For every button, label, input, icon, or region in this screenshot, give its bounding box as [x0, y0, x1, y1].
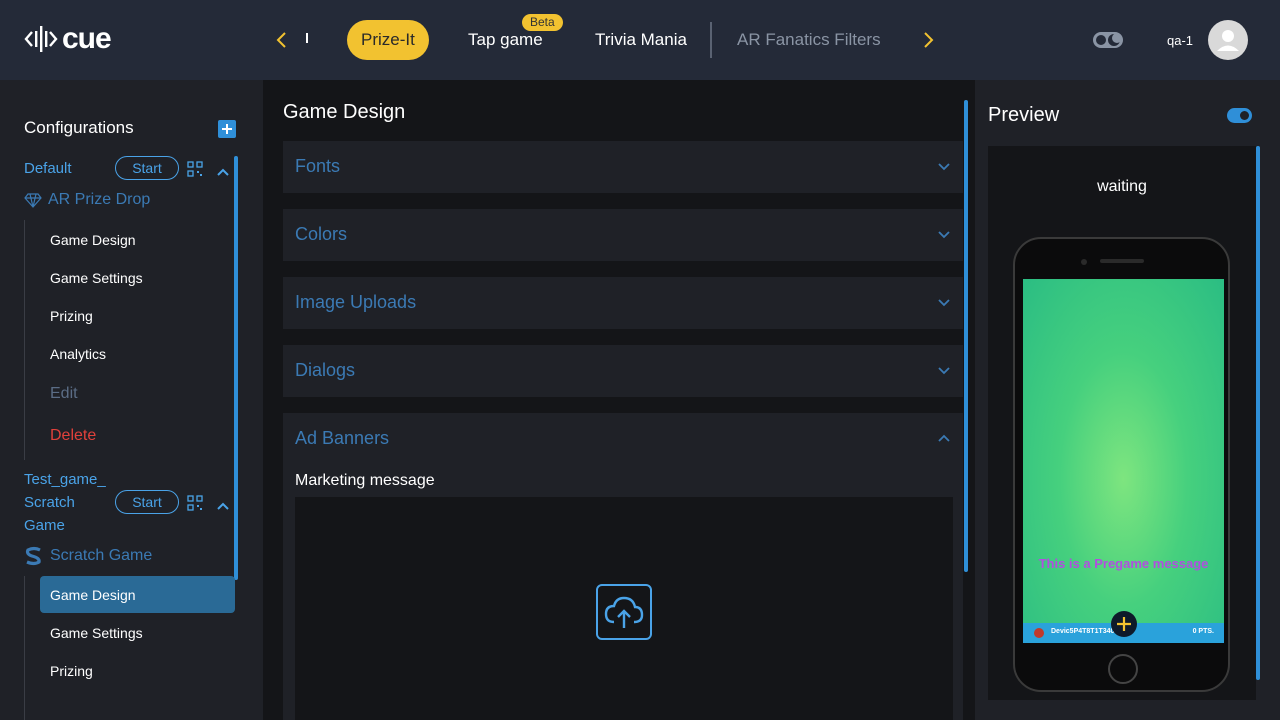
- preview-panel: Preview waiting This is a Pregame messag…: [975, 80, 1280, 720]
- marketing-upload-dropzone[interactable]: [295, 497, 953, 720]
- user-name[interactable]: qa-1: [1167, 33, 1193, 48]
- brand-logo[interactable]: cue: [24, 22, 112, 56]
- accordion-label: Image Uploads: [295, 292, 417, 312]
- chevron-down-icon: [938, 231, 950, 239]
- collapse-chevron-up-icon[interactable]: [216, 164, 230, 176]
- qr-code-icon[interactable]: [187, 495, 203, 511]
- menu-item-prizing[interactable]: Prizing: [50, 308, 93, 324]
- tab-trivia-mania[interactable]: Trivia Mania: [595, 20, 687, 60]
- brand-name: cue: [62, 22, 112, 55]
- main-panel: Game Design Fonts Colors Image Uploads D…: [263, 80, 975, 720]
- plus-icon: [222, 124, 232, 134]
- preview-toggle[interactable]: [1227, 108, 1252, 123]
- tree-line: [24, 220, 25, 460]
- menu-item-edit[interactable]: Edit: [50, 385, 78, 403]
- game-type-label: AR Prize Drop: [48, 191, 151, 208]
- accordion-label: Colors: [295, 224, 348, 244]
- accordion-fonts[interactable]: Fonts: [283, 141, 963, 193]
- config-name-default[interactable]: Default: [24, 157, 72, 180]
- config-name-line: Scratch: [24, 494, 75, 511]
- theme-toggle[interactable]: [1093, 30, 1125, 50]
- cloud-upload-icon[interactable]: [596, 584, 652, 640]
- config-name-test-game[interactable]: Test_game_ Scratch Game: [24, 468, 106, 537]
- tab-overflow-marker: [306, 33, 308, 43]
- accordion-ad-banners: Ad Banners Marketing message: [283, 413, 963, 720]
- diamond-icon: [24, 193, 42, 208]
- chevron-down-icon: [938, 299, 950, 307]
- accordion-label: Dialogs: [295, 360, 356, 380]
- menu-item-prizing[interactable]: Prizing: [50, 663, 93, 679]
- beta-badge: Beta: [522, 14, 563, 31]
- pregame-message: This is a Pregame message: [1038, 556, 1209, 571]
- scratch-s-icon: [25, 546, 41, 566]
- tabs-prev-arrow-icon[interactable]: [274, 28, 290, 52]
- add-configuration-button[interactable]: [218, 120, 236, 138]
- phone-screen: This is a Pregame message Devic5P4T8T1T3…: [1023, 279, 1224, 643]
- tab-divider: [710, 22, 712, 58]
- phone-home-button: [1108, 654, 1138, 684]
- moon-icon: [1093, 32, 1123, 48]
- tab-prize-it[interactable]: Prize-It: [347, 20, 429, 60]
- preview-scrollbar[interactable]: [1256, 146, 1260, 680]
- phone-mockup: This is a Pregame message Devic5P4T8T1T3…: [1013, 237, 1230, 692]
- chevron-down-icon: [938, 367, 950, 375]
- phone-plus-button[interactable]: [1111, 611, 1137, 637]
- accordion-label: Ad Banners: [295, 428, 390, 448]
- tab-ar-fanatics-filters[interactable]: AR Fanatics Filters: [737, 20, 881, 60]
- menu-item-delete[interactable]: Delete: [50, 427, 96, 445]
- main-scrollbar[interactable]: [964, 100, 968, 572]
- preview-title: Preview: [988, 104, 1060, 126]
- game-type-label: Scratch Game: [50, 547, 153, 564]
- preview-frame: waiting This is a Pregame message Devic5…: [988, 146, 1256, 700]
- tabs-next-arrow-icon[interactable]: [920, 28, 936, 52]
- avatar[interactable]: [1208, 20, 1248, 60]
- game-type-ar-prize-drop: AR Prize Drop: [24, 191, 150, 209]
- cue-logo-icon: [24, 26, 58, 52]
- menu-item-game-settings[interactable]: Game Settings: [50, 270, 143, 286]
- marketing-message-label: Marketing message: [295, 472, 435, 489]
- phone-speaker: [1100, 259, 1144, 263]
- start-button-default[interactable]: Start: [115, 156, 179, 180]
- preview-status: waiting: [1097, 178, 1147, 195]
- menu-item-game-design-selected[interactable]: Game Design: [50, 587, 136, 603]
- config-name-line: Test_game_: [24, 471, 106, 488]
- menu-item-analytics[interactable]: Analytics: [50, 346, 106, 362]
- tree-line: [24, 576, 25, 720]
- collapse-chevron-up-icon[interactable]: [216, 498, 230, 510]
- phone-camera: [1081, 259, 1087, 265]
- plus-icon: [1117, 617, 1131, 631]
- top-bar: cue Prize-It Tap game Beta Trivia Mania …: [0, 0, 1280, 80]
- sidebar: Configurations Default Start AR Prize Dr…: [0, 80, 263, 720]
- points-display: 0 PTS.: [1192, 628, 1214, 635]
- sidebar-scrollbar[interactable]: [234, 156, 238, 580]
- sidebar-title: Configurations: [24, 118, 134, 137]
- accordion-label: Fonts: [295, 156, 341, 176]
- device-id: Devic5P4T8T1T3405: [1051, 628, 1119, 635]
- start-button-test-game[interactable]: Start: [115, 490, 179, 514]
- accordion-image-uploads[interactable]: Image Uploads: [283, 277, 963, 329]
- menu-item-game-design[interactable]: Game Design: [50, 232, 136, 248]
- config-name-line: Game: [24, 517, 65, 534]
- chevron-down-icon: [938, 163, 950, 171]
- chevron-up-icon: [938, 434, 950, 442]
- accordion-ad-banners-header[interactable]: Ad Banners: [283, 413, 963, 465]
- accordion-dialogs[interactable]: Dialogs: [283, 345, 963, 397]
- game-type-scratch-game: Scratch Game: [24, 546, 152, 566]
- menu-item-game-settings[interactable]: Game Settings: [50, 625, 143, 641]
- accordion-colors[interactable]: Colors: [283, 209, 963, 261]
- qr-code-icon[interactable]: [187, 161, 203, 177]
- page-title: Game Design: [283, 101, 406, 123]
- gem-icon: [1034, 628, 1044, 638]
- user-avatar-icon: [1217, 30, 1239, 51]
